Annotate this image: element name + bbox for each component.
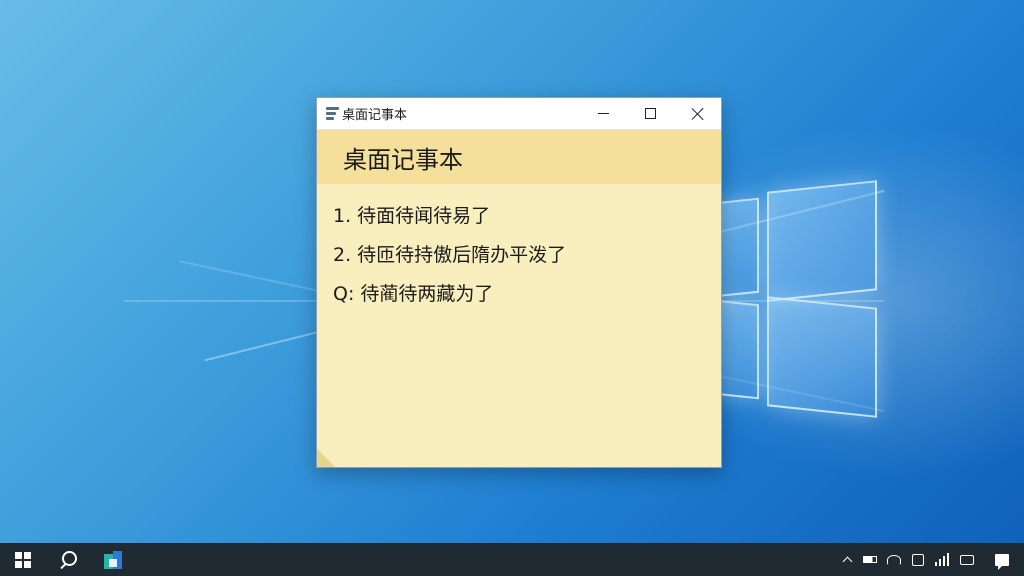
- note-fold-corner: [317, 449, 335, 467]
- note-heading: 桌面记事本: [317, 130, 721, 184]
- note-item[interactable]: 2. 待匝待持傲后隋办平泼了: [333, 243, 721, 282]
- battery-icon[interactable]: [858, 543, 882, 576]
- network-icon[interactable]: [882, 543, 906, 576]
- note-window[interactable]: 桌面记事本 桌面记事本 1. 待面待闻待易了 2. 待匝待持傲后隋办平泼了 Q:…: [316, 97, 722, 468]
- sticky-notes-app-icon: [103, 550, 122, 569]
- minimize-icon: [598, 113, 609, 114]
- maximize-button[interactable]: [627, 98, 674, 130]
- signal-icon[interactable]: [930, 543, 954, 576]
- action-center-icon[interactable]: [980, 543, 1024, 576]
- minimize-button[interactable]: [580, 98, 627, 130]
- note-item[interactable]: Q: 待蔺待两藏为了: [333, 282, 721, 321]
- windows-start-icon: [14, 551, 31, 568]
- notepad-icon: [326, 107, 339, 120]
- speaker-icon[interactable]: [954, 543, 980, 576]
- note-body[interactable]: 1. 待面待闻待易了 2. 待匝待持傲后隋办平泼了 Q: 待蔺待两藏为了: [317, 184, 721, 321]
- close-button[interactable]: [674, 98, 721, 130]
- taskbar-app-sticky-notes[interactable]: [90, 543, 135, 576]
- chevron-up-icon[interactable]: [836, 543, 858, 576]
- search-button[interactable]: [45, 543, 90, 576]
- taskbar: [0, 543, 1024, 576]
- search-icon: [59, 550, 77, 569]
- note-item[interactable]: 1. 待面待闻待易了: [333, 204, 721, 243]
- windows-logo-pane: [767, 180, 877, 302]
- window-title: 桌面记事本: [342, 108, 408, 123]
- maximize-icon: [645, 108, 656, 119]
- start-button[interactable]: [0, 543, 45, 576]
- window-titlebar[interactable]: 桌面记事本: [317, 98, 721, 130]
- close-icon: [692, 108, 704, 120]
- settings-icon[interactable]: [906, 543, 930, 576]
- system-tray: [836, 543, 1024, 576]
- windows-logo-pane: [767, 296, 877, 418]
